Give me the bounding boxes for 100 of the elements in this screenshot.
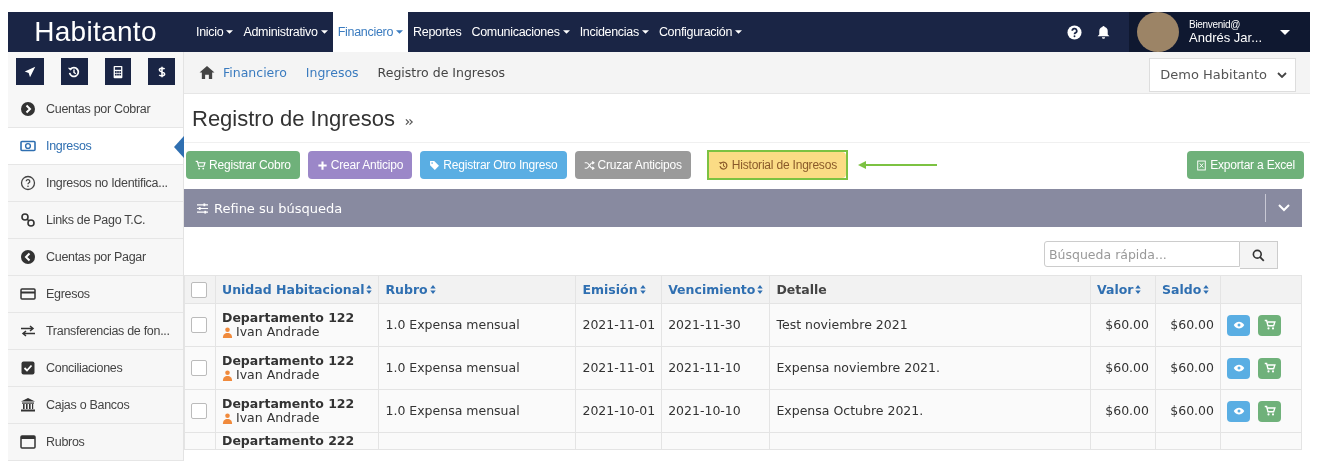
cart-button[interactable] — [1258, 357, 1281, 379]
cart-button[interactable] — [1258, 314, 1281, 336]
table-cell: $60.00 — [1105, 316, 1149, 332]
shuffle-icon — [583, 159, 595, 171]
filter-title: Refine su búsqueda — [214, 200, 343, 216]
table-cell: 2021-11-30 — [668, 316, 741, 332]
person-icon — [222, 326, 233, 338]
column-header[interactable]: Rubro — [385, 282, 436, 297]
table-cell: $60.00 — [1170, 316, 1214, 332]
table-cell: 2021-11-10 — [668, 359, 741, 375]
table-cell: $60.00 — [1170, 402, 1214, 418]
greeting-text: Bienvenid@ — [1189, 19, 1242, 30]
spreadsheet-icon — [1196, 159, 1208, 171]
sidebar-item[interactable]: Cuentas por Pagar — [8, 239, 183, 276]
home-icon[interactable] — [198, 65, 216, 80]
arrow-right-circle-icon — [20, 101, 36, 117]
table-cell: Expensa Octubre 2021. — [776, 402, 924, 418]
table-cell: 2021-10-01 — [582, 402, 656, 418]
search-field[interactable]: Búsqueda rápida... — [1044, 241, 1240, 267]
row-checkbox[interactable] — [191, 403, 207, 419]
search-icon — [1252, 248, 1265, 262]
table-cell: 1.0 Expensa mensual — [385, 402, 520, 418]
table-cell: Expensa noviembre 2021. — [776, 359, 940, 375]
sliders-icon — [196, 202, 209, 214]
sidebar-item[interactable]: Links de Pago T.C. — [8, 202, 183, 239]
sort-icon — [757, 285, 764, 294]
table-cell: 2021-11-01 — [582, 316, 656, 332]
plus-icon — [316, 159, 328, 171]
credit-card-icon — [20, 286, 36, 302]
menu-item[interactable]: Incidencias — [574, 12, 654, 52]
exchange-arrows-icon — [20, 323, 36, 339]
sort-icon — [1135, 285, 1142, 294]
menu-item[interactable]: Comunicaciones — [466, 12, 575, 52]
menu-item[interactable]: Inicio — [191, 12, 239, 52]
breadcrumb-current: Registro de Ingresos — [377, 65, 506, 80]
sort-icon — [639, 285, 646, 294]
action-button[interactable]: Historial de Ingresos — [708, 152, 846, 178]
sidebar-item[interactable]: Transferencias de fon... — [8, 313, 183, 350]
table-cell: 2021-11-01 — [582, 359, 656, 375]
user-menu[interactable]: Bienvenid@ Andrés Jar... — [1129, 12, 1310, 52]
owner-name: Ivan Andrade — [236, 368, 320, 383]
sidebar-item[interactable]: Ingresos no Identifica... — [8, 165, 183, 202]
sidebar-item[interactable]: Ingresos — [8, 128, 183, 165]
view-button[interactable] — [1227, 357, 1250, 379]
calculator-button[interactable] — [104, 58, 132, 85]
breadcrumb-link[interactable]: Ingresos — [305, 65, 359, 80]
checkbox-icon — [20, 360, 36, 376]
eye-icon — [1232, 319, 1245, 331]
cart-icon — [1263, 319, 1276, 331]
history-button[interactable] — [60, 58, 88, 85]
row-checkbox[interactable] — [191, 360, 207, 376]
banknote-icon — [20, 138, 36, 154]
sort-icon — [1203, 285, 1210, 294]
table-cell: Test noviembre 2021 — [776, 316, 908, 332]
person-icon — [222, 412, 233, 424]
breadcrumb-link[interactable]: Financiero — [223, 65, 287, 80]
menu-item[interactable]: Administrativo — [238, 12, 333, 52]
chevron-down-icon[interactable] — [1278, 204, 1290, 212]
table-cell: $60.00 — [1105, 359, 1149, 375]
double-chevron-icon — [405, 118, 414, 126]
help-icon[interactable] — [1067, 24, 1082, 40]
menu-item[interactable]: Financiero — [332, 12, 409, 52]
cart-icon — [195, 159, 206, 171]
dollar-button[interactable] — [148, 58, 175, 85]
bell-icon[interactable] — [1096, 24, 1111, 40]
arrow-left-circle-icon — [20, 249, 36, 265]
view-button[interactable] — [1227, 314, 1250, 336]
menu-item[interactable]: Configuración — [653, 12, 748, 52]
history-icon — [67, 64, 82, 79]
search-button[interactable] — [1240, 241, 1278, 269]
company-select[interactable]: Demo Habitanto — [1149, 57, 1296, 92]
sidebar-item[interactable]: Rubros — [8, 424, 183, 461]
owner-name: Ivan Andrade — [236, 411, 320, 426]
sidebar-item[interactable]: Cajas o Bancos — [8, 387, 183, 424]
view-button[interactable] — [1227, 400, 1250, 422]
cart-button[interactable] — [1258, 400, 1281, 422]
sidebar-item[interactable]: Egresos — [8, 276, 183, 313]
select-all-checkbox[interactable] — [191, 281, 207, 298]
table-cell: 1.0 Expensa mensual — [385, 359, 520, 375]
column-header: Detalle — [776, 282, 827, 297]
owner-name: Ivan Andrade — [236, 325, 320, 340]
sidebar-item[interactable]: Conciliaciones — [8, 350, 183, 387]
sort-icon — [366, 285, 373, 294]
user-name: Andrés Jar... — [1189, 30, 1262, 45]
unit-name: Departamento 122 — [222, 353, 356, 368]
chevron-down-icon — [1277, 71, 1287, 78]
eye-icon — [1232, 362, 1245, 374]
link-icon — [20, 212, 36, 228]
tag-icon — [429, 159, 441, 171]
row-checkbox[interactable] — [191, 317, 207, 333]
page-title: Registro de Ingresos — [192, 106, 395, 132]
table-cell: 1.0 Expensa mensual — [385, 316, 520, 332]
table-icon — [20, 434, 36, 450]
cart-icon — [1263, 405, 1276, 417]
caret-icon — [1280, 29, 1290, 35]
paper-plane-button[interactable] — [16, 58, 44, 85]
paper-plane-icon — [22, 64, 37, 79]
bank-icon — [20, 397, 36, 413]
menu-item[interactable]: Reportes — [408, 12, 467, 52]
sort-icon — [429, 285, 436, 294]
